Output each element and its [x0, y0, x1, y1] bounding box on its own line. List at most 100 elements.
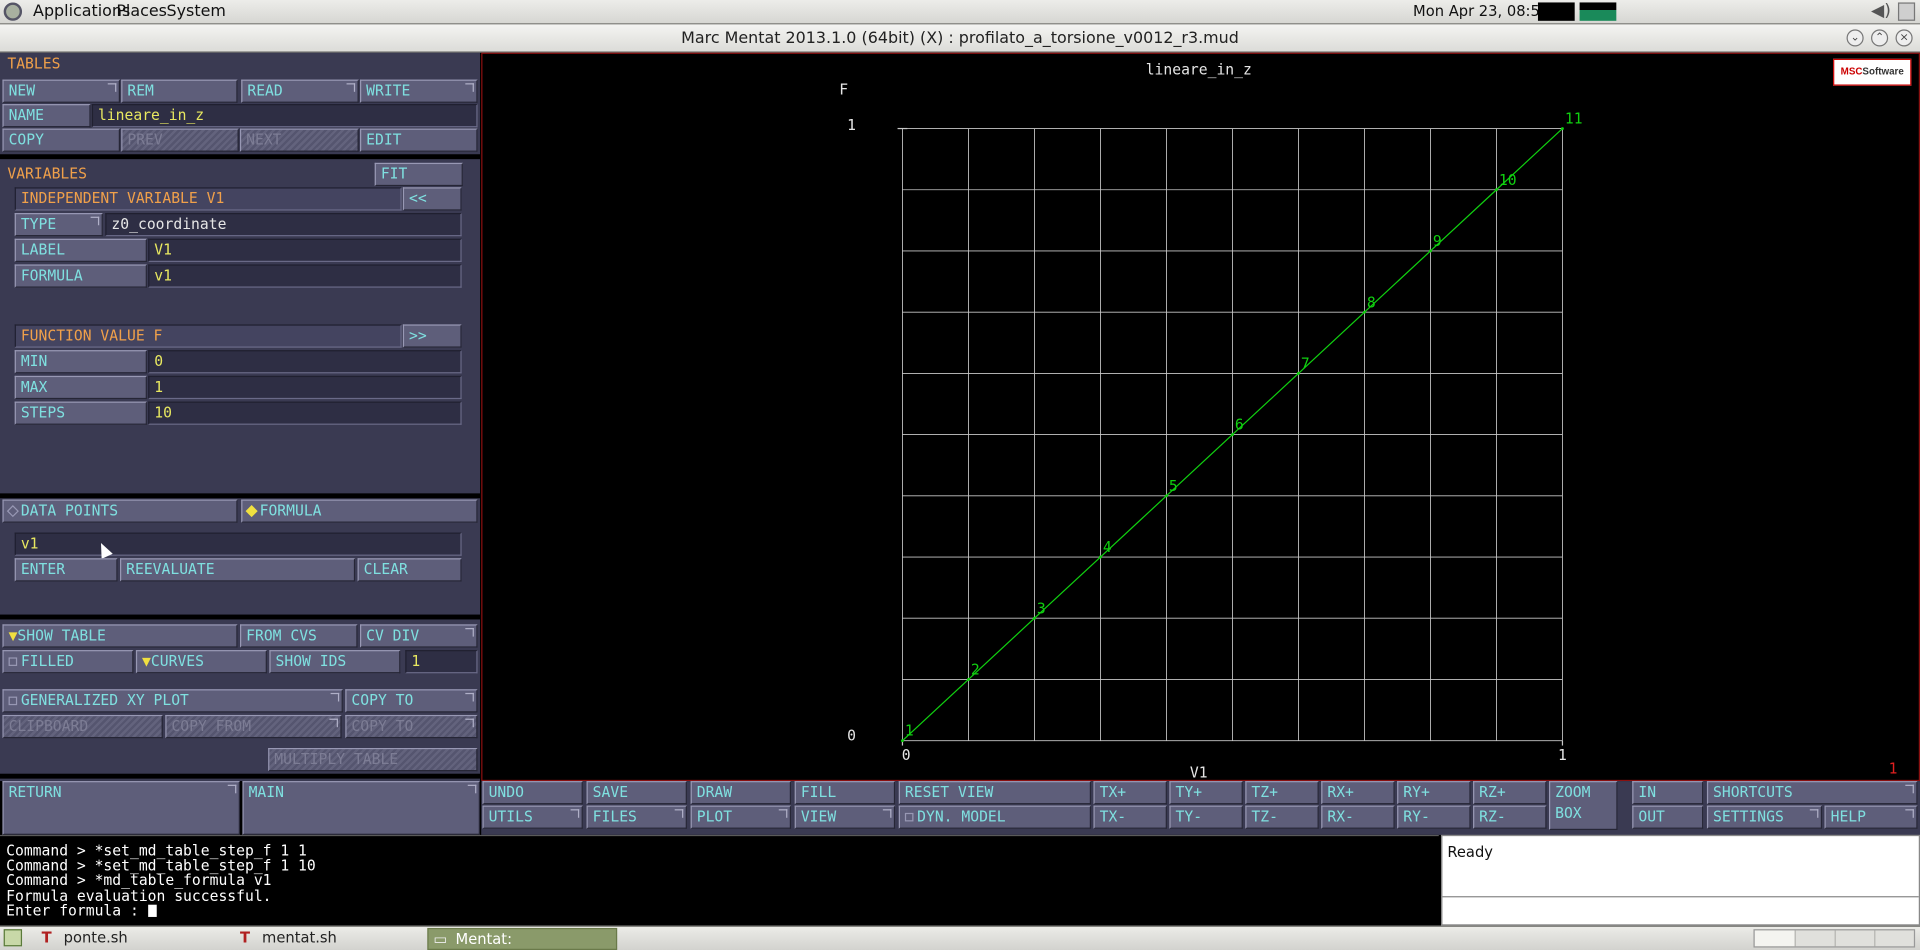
console-line: Formula evaluation successful.: [6, 887, 272, 905]
view-button[interactable]: VIEW: [794, 805, 896, 829]
from-cvs-button[interactable]: FROM CVS: [240, 624, 358, 648]
zoom-in-button[interactable]: IN: [1632, 781, 1704, 805]
graphics-viewport[interactable]: MSCSoftware lineare_in_z F V1 1 0 0 1 1 1 2 3 4 5 6 7 8…: [481, 52, 1920, 781]
data-point: [1428, 249, 1432, 253]
variable-type-field[interactable]: z0_coordinate: [105, 213, 462, 237]
steps-field[interactable]: 10: [148, 401, 462, 425]
read-button[interactable]: READ: [241, 79, 359, 103]
rem-button[interactable]: REM: [121, 79, 238, 103]
taskbar: Tponte.sh Tmentat.sh ▭ Mentat: profilato_…: [0, 925, 1920, 950]
command-console[interactable]: Command > *set_md_table_step_f 1 1 Comman…: [0, 834, 1439, 926]
window-title: Marc Mentat 2013.1.0 (64bit) (X) : profi…: [681, 29, 1239, 48]
rz-minus-button[interactable]: RZ-: [1473, 805, 1547, 829]
max-button[interactable]: MAX: [14, 375, 147, 400]
write-button[interactable]: WRITE: [360, 79, 478, 103]
dyn-model-toggle[interactable]: DYN. MODEL: [898, 805, 1092, 829]
ty-minus-button[interactable]: TY-: [1169, 805, 1243, 829]
min-button[interactable]: MIN: [14, 350, 147, 374]
data-points-label: DATA POINTS: [20, 501, 119, 520]
menu-system[interactable]: System: [167, 2, 226, 20]
window-icon: ▭: [433, 930, 448, 948]
utils-button[interactable]: UTILS: [482, 805, 583, 829]
label-button[interactable]: LABEL: [14, 238, 147, 262]
copy-button[interactable]: COPY: [2, 128, 120, 152]
curves-toggle[interactable]: ▼CURVES: [135, 650, 267, 674]
show-ids-field[interactable]: 1: [405, 650, 478, 674]
tray-icon[interactable]: [1897, 2, 1916, 21]
tz-plus-button[interactable]: TZ+: [1245, 781, 1319, 805]
window-titlebar[interactable]: Marc Mentat 2013.1.0 (64bit) (X) : profi…: [0, 24, 1920, 53]
expand-function-button[interactable]: >>: [402, 324, 462, 348]
show-desktop-icon[interactable]: [3, 929, 23, 947]
volume-icon[interactable]: ◀): [1871, 1, 1891, 21]
copy-from-button[interactable]: COPY FROM: [165, 714, 342, 739]
clear-button[interactable]: CLEAR: [357, 558, 462, 582]
fill-button[interactable]: FILL: [794, 781, 896, 805]
minimize-icon[interactable]: ⌄: [1846, 29, 1864, 47]
tx-plus-button[interactable]: TX+: [1093, 781, 1167, 805]
data-point: [1296, 371, 1300, 375]
maximize-icon[interactable]: ⌃: [1871, 29, 1889, 47]
show-table-toggle[interactable]: ▼SHOW TABLE: [2, 624, 238, 648]
taskbar-item-ponte[interactable]: Tponte.sh: [37, 928, 233, 950]
taskbar-item-mentat-window[interactable]: ▭ Mentat: profilato_a_to...: [427, 927, 618, 950]
variable-formula-field[interactable]: v1: [148, 264, 462, 288]
edit-button[interactable]: EDIT: [360, 128, 478, 152]
distro-logo-icon[interactable]: [3, 2, 23, 21]
zoom-out-button[interactable]: OUT: [1632, 805, 1704, 829]
undo-button[interactable]: UNDO: [482, 781, 583, 805]
settings-button[interactable]: SETTINGS: [1706, 805, 1823, 829]
new-button[interactable]: NEW: [2, 79, 120, 103]
ty-plus-button[interactable]: TY+: [1169, 781, 1243, 805]
reevaluate-button[interactable]: REEVALUATE: [120, 558, 356, 582]
rx-minus-button[interactable]: RX-: [1321, 805, 1395, 829]
rz-plus-button[interactable]: RZ+: [1473, 781, 1547, 805]
files-button[interactable]: FILES: [586, 805, 687, 829]
ry-plus-button[interactable]: RY+: [1397, 781, 1471, 805]
max-field[interactable]: 1: [148, 375, 462, 400]
tables-heading: TABLES: [7, 55, 61, 73]
generalized-xy-plot-toggle[interactable]: GENERALIZED XY PLOT: [2, 689, 343, 713]
next-button[interactable]: NEXT: [240, 128, 359, 152]
type-button[interactable]: TYPE: [14, 213, 103, 237]
data-points-toggle[interactable]: DATA POINTS: [2, 499, 238, 523]
table-name-field[interactable]: lineare_in_z: [91, 104, 478, 128]
save-button[interactable]: SAVE: [586, 781, 687, 805]
tz-minus-button[interactable]: TZ-: [1245, 805, 1319, 829]
zoom-box-button[interactable]: ZOOM BOX: [1548, 781, 1618, 831]
menu-places[interactable]: Places: [116, 2, 167, 20]
formula-input[interactable]: v1: [14, 532, 462, 556]
workspace-switcher[interactable]: [1753, 929, 1916, 948]
rx-plus-button[interactable]: RX+: [1321, 781, 1395, 805]
text-cursor[interactable]: [147, 904, 157, 917]
copy-to-disabled-button[interactable]: COPY TO: [345, 714, 478, 739]
tx-minus-button[interactable]: TX-: [1093, 805, 1167, 829]
show-ids-button[interactable]: SHOW IDS: [269, 650, 401, 674]
variable-label-field[interactable]: V1: [148, 238, 462, 262]
return-button[interactable]: RETURN: [2, 781, 241, 835]
help-button[interactable]: HELP: [1824, 805, 1918, 829]
draw-button[interactable]: DRAW: [690, 781, 792, 805]
collapse-variable-button[interactable]: <<: [402, 187, 462, 211]
fit-button[interactable]: FIT: [374, 162, 463, 187]
min-field[interactable]: 0: [148, 350, 462, 374]
formula-button[interactable]: FORMULA: [14, 264, 147, 288]
multiply-table-button[interactable]: MULTIPLY TABLE: [268, 748, 478, 772]
name-button[interactable]: NAME: [2, 104, 91, 128]
shortcuts-button[interactable]: SHORTCUTS: [1706, 781, 1918, 805]
clock[interactable]: Mon Apr 23, 08:50: [1413, 2, 1549, 19]
formula-toggle[interactable]: FORMULA: [241, 499, 478, 523]
close-icon[interactable]: ×: [1895, 29, 1913, 47]
clipboard-button[interactable]: CLIPBOARD: [2, 714, 163, 739]
enter-button[interactable]: ENTER: [14, 558, 118, 582]
filled-toggle[interactable]: FILLED: [2, 650, 134, 674]
steps-button[interactable]: STEPS: [14, 401, 147, 425]
cv-div-button[interactable]: CV DIV: [360, 624, 478, 648]
ry-minus-button[interactable]: RY-: [1397, 805, 1471, 829]
taskbar-item-mentat-sh[interactable]: Tmentat.sh: [235, 928, 425, 950]
main-button[interactable]: MAIN: [242, 781, 480, 835]
plot-button[interactable]: PLOT: [690, 805, 792, 829]
copy-to-button[interactable]: COPY TO: [345, 689, 478, 713]
prev-button[interactable]: PREV: [121, 128, 239, 152]
reset-view-button[interactable]: RESET VIEW: [898, 781, 1092, 805]
